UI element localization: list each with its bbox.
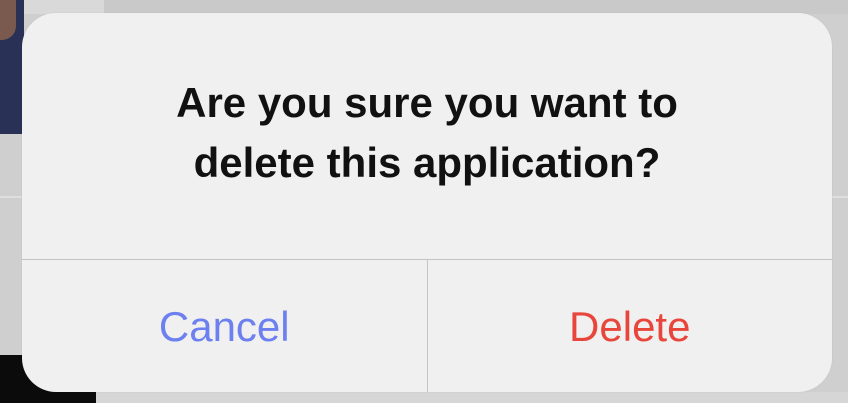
cancel-button[interactable]: Cancel [22,260,428,392]
alert-actions: Cancel Delete [22,259,832,392]
alert-body: Are you sure you want to delete this app… [22,13,832,259]
alert-message: Are you sure you want to delete this app… [176,79,678,186]
delete-button[interactable]: Delete [428,260,833,392]
background-bottom-fragment [96,392,848,403]
dimmed-background: Are you sure you want to delete this app… [0,0,848,403]
confirmation-alert: Are you sure you want to delete this app… [22,13,832,392]
background-card-fragment [24,0,104,14]
background-panel-fragment [104,0,848,14]
